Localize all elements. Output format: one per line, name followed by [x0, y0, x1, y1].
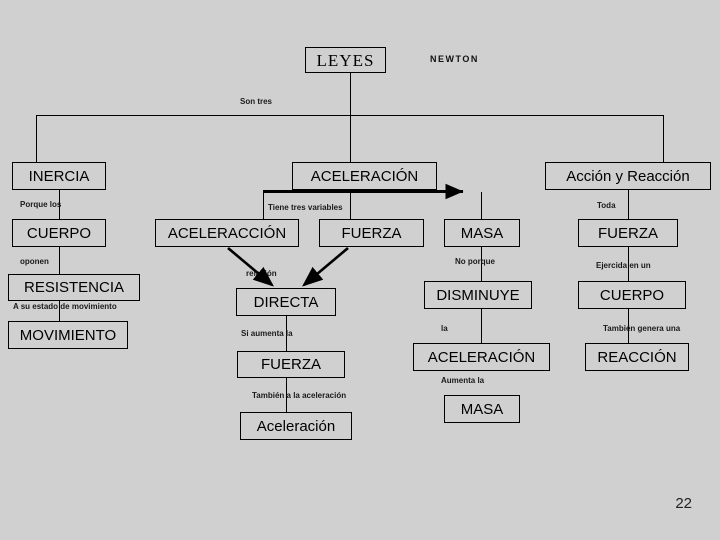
connector-var-drop-aceleraccion [263, 190, 264, 219]
connector-cuerpo-resistencia [59, 247, 60, 274]
label-estado-movimiento: A su estado de movimiento [13, 303, 117, 311]
label-estado-movimiento-text: A su estado de movimiento [13, 302, 117, 311]
node-fuerza-directa[interactable]: FUERZA [237, 351, 345, 378]
newton-caption-label: NEWTON [430, 54, 479, 64]
node-cuerpo-inercia-label: CUERPO [26, 224, 92, 242]
label-tambien-a-la-aceleracion: También a la aceleración [252, 392, 346, 400]
node-aceleracion[interactable]: ACELERACIÓN [292, 162, 437, 190]
connector-var-drop-fuerza [350, 190, 351, 219]
arrow-layer [227, 183, 464, 287]
label-relacion-text: relación [246, 269, 277, 278]
label-ejercida-en-un-text: Ejercida en un [596, 261, 651, 270]
label-aumenta-la: Aumenta la [441, 377, 484, 385]
label-aumenta-la-text: Aumenta la [441, 376, 485, 385]
label-tambien-a-la-aceleracion-text: También a la aceleración [252, 391, 347, 400]
node-inercia-label: INERCIA [28, 167, 90, 185]
node-accion-reaccion-label: Acción y Reacción [566, 167, 690, 185]
arrow-fuerza-to-directa [302, 247, 349, 287]
label-no-porque-text: No porque [455, 257, 495, 266]
node-aceleraccion-var[interactable]: ACELERACCIÓN [155, 219, 299, 247]
label-oponen-text: oponen [20, 257, 49, 266]
page-number-text: 22 [675, 495, 692, 512]
label-tiene-tres-variables-text: Tiene tres variables [268, 203, 343, 212]
node-aceleracion-label: ACELERACIÓN [310, 167, 419, 185]
node-masa-var[interactable]: MASA [444, 219, 520, 247]
node-aceleracion-final-label: Aceleración [256, 417, 336, 435]
connector-drop-accion [663, 115, 664, 162]
arrow-aceleraccion-to-directa [227, 247, 274, 287]
node-masa-var-label: MASA [460, 224, 504, 242]
connector-drop-aceleracion [350, 115, 351, 162]
label-la-text: la [441, 324, 448, 333]
node-resistencia-label: RESISTENCIA [23, 279, 125, 296]
connector-accion-fuerza [628, 190, 629, 219]
node-resistencia[interactable]: RESISTENCIA [8, 274, 140, 301]
connector-disminuye-aceleracion [481, 309, 482, 343]
node-aceleraccion-var-label: ACELERACCIÓN [167, 224, 287, 242]
connector-variables-bar [263, 190, 463, 193]
newton-caption: NEWTON [430, 55, 479, 64]
label-tambien-genera-una-text: También genera una [603, 324, 681, 333]
node-reaccion[interactable]: REACCIÓN [585, 343, 689, 371]
label-toda: Toda [597, 202, 616, 210]
node-cuerpo-accion[interactable]: CUERPO [578, 281, 686, 309]
label-ejercida-en-un: Ejercida en un [596, 262, 651, 270]
label-son-tres-text: Son tres [240, 97, 273, 106]
node-fuerza-accion-label: FUERZA [598, 224, 658, 242]
node-cuerpo-accion-label: CUERPO [599, 286, 665, 304]
node-inercia[interactable]: INERCIA [12, 162, 106, 190]
node-masa-final[interactable]: MASA [444, 395, 520, 423]
label-no-porque: No porque [455, 258, 495, 266]
label-oponen: oponen [20, 258, 49, 266]
label-si-aumenta-la: Si aumenta la [241, 330, 293, 338]
label-relacion: relación [246, 270, 277, 278]
connector-var-drop-masa [481, 192, 482, 219]
label-porque-los-text: Porque los [20, 200, 62, 209]
concept-map-slide: LEYES NEWTON Son tres INERCIA Porque los… [0, 0, 720, 540]
label-tambien-genera-una: También genera una [603, 325, 680, 333]
node-fuerza-directa-label: FUERZA [261, 356, 321, 373]
node-cuerpo-inercia[interactable]: CUERPO [12, 219, 106, 247]
node-disminuye-label: DISMINUYE [436, 286, 520, 304]
node-aceleracion-final[interactable]: Aceleración [240, 412, 352, 440]
label-son-tres: Son tres [240, 98, 272, 106]
page-number: 22 [675, 495, 692, 512]
node-leyes[interactable]: LEYES [305, 47, 386, 73]
node-fuerza-var-label: FUERZA [341, 224, 402, 242]
node-leyes-label: LEYES [316, 50, 375, 70]
node-fuerza-var[interactable]: FUERZA [319, 219, 424, 247]
node-accion-reaccion[interactable]: Acción y Reacción [545, 162, 711, 190]
node-directa-label: DIRECTA [253, 293, 319, 311]
label-porque-los: Porque los [20, 201, 61, 209]
connector-root-stem [350, 73, 351, 115]
connector-drop-inercia [36, 115, 37, 162]
label-tiene-tres-variables: Tiene tres variables [268, 204, 343, 212]
node-aceleracion-masa[interactable]: ACELERACIÓN [413, 343, 550, 371]
node-movimiento[interactable]: MOVIMIENTO [8, 321, 128, 349]
label-la: la [441, 325, 448, 333]
label-toda-text: Toda [597, 201, 616, 210]
node-movimiento-label: MOVIMIENTO [19, 326, 117, 344]
node-aceleracion-masa-label: ACELERACIÓN [427, 348, 536, 366]
node-directa[interactable]: DIRECTA [236, 288, 336, 316]
node-reaccion-label: REACCIÓN [597, 348, 677, 366]
node-disminuye[interactable]: DISMINUYE [424, 281, 532, 309]
node-masa-final-label: MASA [460, 400, 504, 418]
node-fuerza-accion[interactable]: FUERZA [578, 219, 678, 247]
label-si-aumenta-la-text: Si aumenta la [241, 329, 293, 338]
